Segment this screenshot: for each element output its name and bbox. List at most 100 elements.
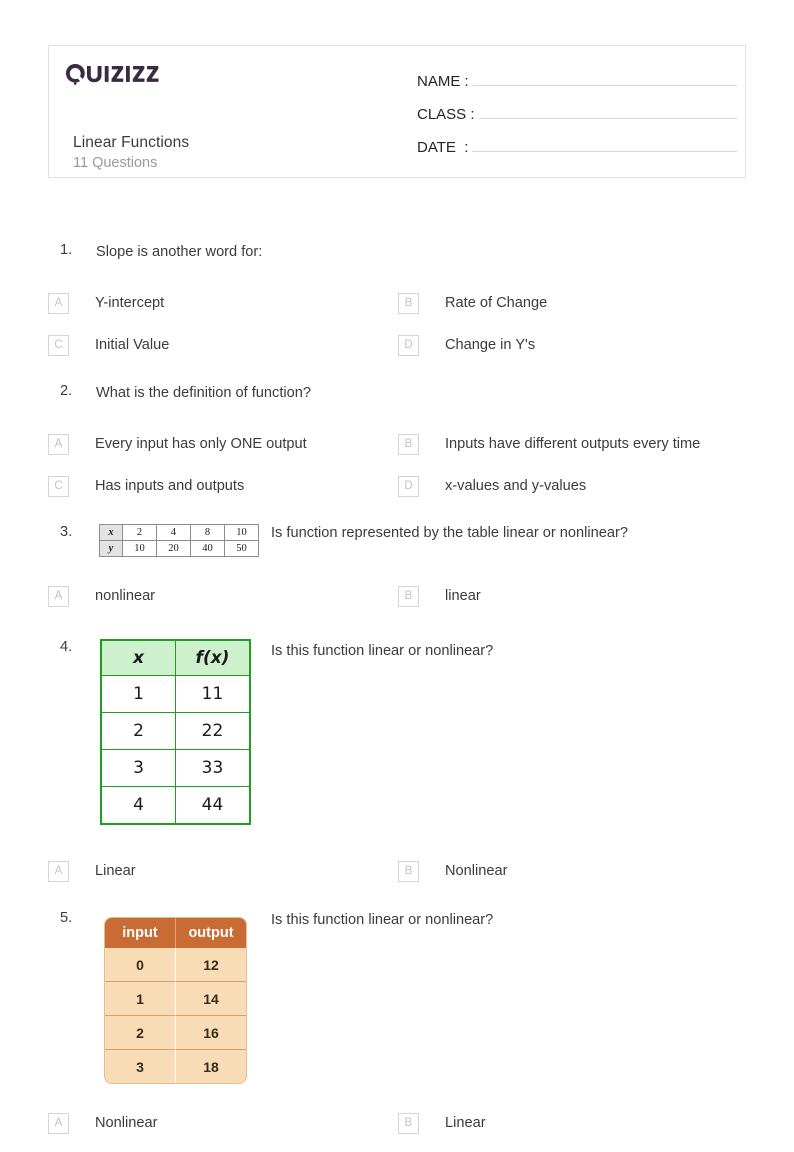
option-label: Linear bbox=[95, 863, 136, 879]
option-letter-box: B bbox=[398, 1112, 419, 1134]
question-1-number: 1. bbox=[60, 242, 73, 258]
option-4a[interactable]: A Linear bbox=[48, 858, 136, 884]
option-letter-box: B bbox=[398, 292, 419, 314]
student-info-fields: NAME : CLASS : DATE : bbox=[417, 64, 737, 163]
table-cell: 10 bbox=[122, 540, 157, 557]
class-field-label: CLASS : bbox=[417, 106, 475, 123]
table-cell: 1 bbox=[105, 982, 176, 1016]
option-3b[interactable]: B linear bbox=[398, 583, 481, 609]
table-cell: 40 bbox=[190, 540, 225, 557]
option-row: A Y-intercept B Rate of Change bbox=[48, 290, 748, 332]
table-header-cell: f(x) bbox=[175, 639, 251, 676]
table-cell: 2 bbox=[122, 524, 157, 541]
class-input-line[interactable] bbox=[478, 97, 737, 119]
question-4-options: A Linear B Nonlinear bbox=[48, 858, 748, 900]
option-1b[interactable]: B Rate of Change bbox=[398, 290, 547, 316]
option-row: A Every input has only ONE output B Inpu… bbox=[48, 431, 748, 473]
option-letter-box: A bbox=[48, 1112, 69, 1134]
table-row: 0 12 bbox=[105, 948, 246, 982]
table-cell: 14 bbox=[176, 982, 246, 1016]
date-input-line[interactable] bbox=[472, 130, 737, 152]
table-cell: 0 bbox=[105, 948, 176, 982]
table-row: 1 14 bbox=[105, 982, 246, 1016]
table-row: 2 22 bbox=[100, 712, 251, 750]
option-letter-box: A bbox=[48, 860, 69, 882]
table-cell: 12 bbox=[176, 948, 246, 982]
table-cell: 11 bbox=[175, 675, 251, 713]
question-3-number: 3. bbox=[60, 524, 73, 540]
table-row: x 2 4 8 10 bbox=[99, 524, 259, 541]
option-2d[interactable]: D x-values and y-values bbox=[398, 473, 586, 499]
option-letter-box: B bbox=[398, 433, 419, 455]
option-5a[interactable]: A Nonlinear bbox=[48, 1110, 157, 1136]
question-2-options: A Every input has only ONE output B Inpu… bbox=[48, 431, 748, 515]
option-row: C Initial Value D Change in Y's bbox=[48, 332, 748, 374]
question-3-text: Is function represented by the table lin… bbox=[271, 525, 628, 541]
table-cell: 3 bbox=[105, 1050, 176, 1083]
quiz-title: Linear Functions bbox=[73, 134, 190, 151]
option-row: A Nonlinear B Linear bbox=[48, 1110, 748, 1152]
question-2-number: 2. bbox=[60, 383, 73, 399]
option-2a[interactable]: A Every input has only ONE output bbox=[48, 431, 307, 457]
table-cell: 4 bbox=[156, 524, 191, 541]
table-cell: 1 bbox=[100, 675, 176, 713]
question-4-text: Is this function linear or nonlinear? bbox=[271, 643, 494, 659]
table-header-cell: input bbox=[105, 918, 176, 948]
option-5b[interactable]: B Linear bbox=[398, 1110, 486, 1136]
table-row: 4 44 bbox=[100, 786, 251, 825]
table-header-cell: output bbox=[176, 918, 246, 948]
option-1c[interactable]: C Initial Value bbox=[48, 332, 169, 358]
table-cell: 8 bbox=[190, 524, 225, 541]
table-header-row: x f(x) bbox=[100, 639, 251, 676]
question-4-table: x f(x) 1 11 2 22 3 33 4 44 bbox=[100, 639, 251, 825]
worksheet-page: Linear Functions 11 Questions NAME : CLA… bbox=[0, 0, 794, 1134]
quiz-question-count: 11 Questions bbox=[73, 155, 158, 171]
option-label: Rate of Change bbox=[445, 295, 548, 311]
table-row: y 10 20 40 50 bbox=[99, 540, 259, 557]
table-header-row: input output bbox=[105, 918, 246, 948]
option-row: A Linear B Nonlinear bbox=[48, 858, 748, 900]
option-label: Nonlinear bbox=[95, 1115, 158, 1131]
table-row: 1 11 bbox=[100, 675, 251, 713]
option-label: Every input has only ONE output bbox=[95, 436, 307, 452]
option-label: Has inputs and outputs bbox=[95, 478, 245, 494]
option-letter-box: A bbox=[48, 433, 69, 455]
question-5-number: 5. bbox=[60, 910, 73, 926]
option-label: linear bbox=[445, 588, 481, 604]
quizizz-logo-icon bbox=[66, 64, 159, 85]
table-row: 3 33 bbox=[100, 749, 251, 787]
question-2-text: What is the definition of function? bbox=[96, 385, 311, 401]
option-3a[interactable]: A nonlinear bbox=[48, 583, 155, 609]
table-cell: 44 bbox=[175, 786, 251, 825]
option-label: x-values and y-values bbox=[445, 478, 587, 494]
option-letter-box: C bbox=[48, 475, 69, 497]
option-letter-box: D bbox=[398, 475, 419, 497]
table-cell: 33 bbox=[175, 749, 251, 787]
header-left: Linear Functions 11 Questions bbox=[61, 56, 391, 171]
date-field-row: DATE : bbox=[417, 130, 737, 163]
option-4b[interactable]: B Nonlinear bbox=[398, 858, 507, 884]
option-letter-box: A bbox=[48, 292, 69, 314]
class-field-row: CLASS : bbox=[417, 97, 737, 130]
table-row-header: y bbox=[99, 540, 123, 557]
option-1d[interactable]: D Change in Y's bbox=[398, 332, 535, 358]
question-3-table: x 2 4 8 10 y 10 20 40 50 bbox=[99, 524, 259, 557]
table-cell: 16 bbox=[176, 1016, 246, 1050]
option-label: nonlinear bbox=[95, 588, 156, 604]
option-row: A nonlinear B linear bbox=[48, 583, 748, 625]
table-row-header: x bbox=[99, 524, 123, 541]
option-label: Linear bbox=[445, 1115, 486, 1131]
option-label: Nonlinear bbox=[445, 863, 508, 879]
option-label: Change in Y's bbox=[445, 337, 536, 353]
option-label: Initial Value bbox=[95, 337, 170, 353]
worksheet-header: Linear Functions 11 Questions NAME : CLA… bbox=[48, 45, 746, 178]
option-letter-box: B bbox=[398, 860, 419, 882]
table-cell: 3 bbox=[100, 749, 176, 787]
question-5-options: A Nonlinear B Linear bbox=[48, 1110, 748, 1152]
table-cell: 10 bbox=[224, 524, 259, 541]
option-1a[interactable]: A Y-intercept bbox=[48, 290, 164, 316]
option-2b[interactable]: B Inputs have different outputs every ti… bbox=[398, 431, 700, 457]
name-input-line[interactable] bbox=[472, 64, 737, 86]
option-2c[interactable]: C Has inputs and outputs bbox=[48, 473, 244, 499]
option-letter-box: D bbox=[398, 334, 419, 356]
